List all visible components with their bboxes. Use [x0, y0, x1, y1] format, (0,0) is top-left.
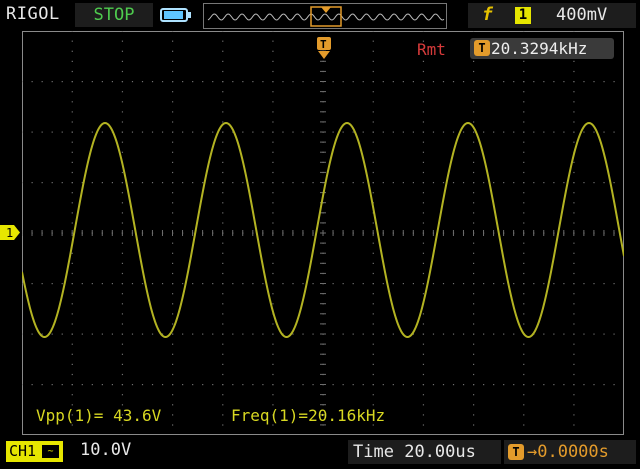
waveform-display[interactable]: [22, 31, 624, 435]
channel-marker-label: 1: [6, 226, 13, 240]
top-status-bar: RIGOL STOP f 1 400mV: [0, 0, 640, 31]
run-stop-status[interactable]: STOP: [75, 3, 153, 27]
trigger-offset-value: →0.0000s: [527, 442, 609, 462]
vertical-scale[interactable]: 10.0V: [80, 440, 131, 460]
trigger-counter-icon: T: [474, 40, 490, 56]
battery-icon: [160, 8, 188, 22]
timebase-readout: Time 20.00us: [353, 442, 476, 462]
trigger-level: 400mV: [556, 5, 608, 25]
trigger-position-marker[interactable]: T: [316, 36, 332, 60]
remote-indicator: Rmt: [417, 40, 446, 59]
channel-1-trace: [22, 121, 624, 338]
battery-tip: [188, 12, 191, 18]
graticule: [22, 31, 624, 435]
ac-coupling-icon: ~: [42, 445, 59, 458]
brand-logo: RIGOL: [6, 4, 60, 24]
grid-dots: [22, 31, 615, 426]
trigger-position-label: T: [320, 38, 327, 51]
time-base-value: 20.00us: [404, 442, 476, 462]
measurement-vpp: Vpp(1)= 43.6V: [36, 406, 162, 425]
channel-1-offset-marker[interactable]: 1: [0, 225, 20, 240]
memory-depth-indicator: [203, 3, 447, 29]
trigger-source-badge: 1: [515, 7, 531, 24]
frequency-counter-value: 20.3294kHz: [491, 39, 588, 58]
trigger-settings[interactable]: [468, 3, 636, 28]
time-label: Time: [353, 442, 394, 462]
trigger-offset-icon: T: [508, 444, 524, 460]
measurement-frequency: Freq(1)=20.16kHz: [231, 406, 386, 425]
rising-edge-icon: f: [482, 4, 493, 25]
